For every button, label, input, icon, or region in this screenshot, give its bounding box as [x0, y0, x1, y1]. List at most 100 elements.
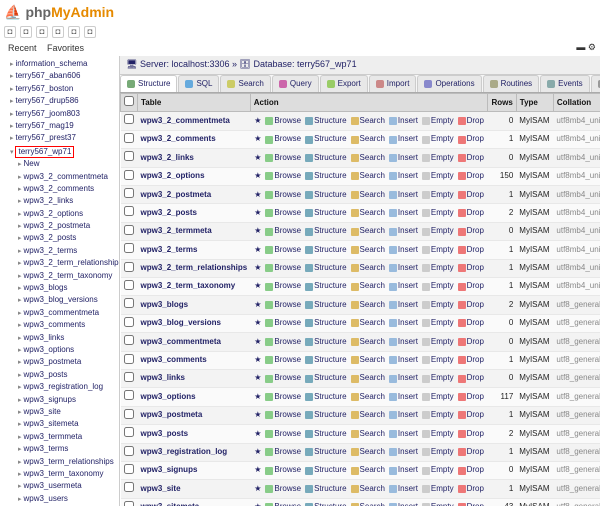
star-icon[interactable]: ★	[253, 410, 262, 420]
table-node[interactable]: wpw3_blog_versions	[18, 294, 117, 306]
browse-link[interactable]: Browse	[264, 263, 302, 273]
search-link[interactable]: Search	[350, 245, 386, 255]
structure-link[interactable]: Structure	[304, 484, 347, 494]
table-name-link[interactable]: wpw3_registration_log	[141, 447, 228, 456]
table-name-link[interactable]: wpw3_2_links	[141, 153, 194, 162]
search-link[interactable]: Search	[350, 355, 386, 365]
table-name-link[interactable]: wpw3_blog_versions	[141, 318, 221, 327]
empty-link[interactable]: Empty	[421, 300, 455, 310]
table-name-link[interactable]: wpw3_2_termmeta	[141, 226, 212, 235]
empty-link[interactable]: Empty	[421, 373, 455, 383]
table-node[interactable]: wpw3_termmeta	[18, 431, 117, 443]
reload-icon[interactable]: ◘	[84, 26, 96, 38]
structure-link[interactable]: Structure	[304, 153, 347, 163]
table-node[interactable]: wpw3_2_options	[18, 208, 117, 220]
insert-link[interactable]: Insert	[388, 134, 419, 144]
empty-link[interactable]: Empty	[421, 153, 455, 163]
structure-link[interactable]: Structure	[304, 263, 347, 273]
structure-link[interactable]: Structure	[304, 116, 347, 126]
table-node[interactable]: wpw3_term_taxonomy	[18, 468, 117, 480]
drop-link[interactable]: Drop	[457, 171, 485, 181]
search-link[interactable]: Search	[350, 429, 386, 439]
star-icon[interactable]: ★	[253, 190, 262, 200]
table-node[interactable]: New	[18, 158, 117, 170]
structure-link[interactable]: Structure	[304, 410, 347, 420]
empty-link[interactable]: Empty	[421, 447, 455, 457]
row-check[interactable]	[124, 354, 134, 364]
insert-link[interactable]: Insert	[388, 318, 419, 328]
row-check[interactable]	[124, 482, 134, 492]
table-node[interactable]: wpw3_commentmeta	[18, 307, 117, 319]
table-name-link[interactable]: wpw3_comments	[141, 355, 207, 364]
table-node[interactable]: wpw3_users	[18, 493, 117, 505]
star-icon[interactable]: ★	[253, 263, 262, 273]
row-check[interactable]	[124, 446, 134, 456]
table-node[interactable]: wpw3_blogs	[18, 282, 117, 294]
empty-link[interactable]: Empty	[421, 410, 455, 420]
search-link[interactable]: Search	[350, 263, 386, 273]
insert-link[interactable]: Insert	[388, 116, 419, 126]
insert-link[interactable]: Insert	[388, 392, 419, 402]
structure-link[interactable]: Structure	[304, 337, 347, 347]
empty-link[interactable]: Empty	[421, 318, 455, 328]
insert-link[interactable]: Insert	[388, 429, 419, 439]
db-node[interactable]: terry567_drup586	[10, 95, 117, 107]
row-check[interactable]	[124, 133, 134, 143]
insert-link[interactable]: Insert	[388, 190, 419, 200]
row-check[interactable]	[124, 372, 134, 382]
row-check[interactable]	[124, 188, 134, 198]
drop-link[interactable]: Drop	[457, 355, 485, 365]
structure-link[interactable]: Structure	[304, 190, 347, 200]
browse-link[interactable]: Browse	[264, 429, 302, 439]
browse-link[interactable]: Browse	[264, 484, 302, 494]
row-check[interactable]	[124, 151, 134, 161]
tab-query[interactable]: Query	[272, 75, 319, 92]
db-node[interactable]: terry567_mag19	[10, 120, 117, 132]
tab-more[interactable]: More	[591, 75, 600, 92]
row-check[interactable]	[124, 335, 134, 345]
drop-link[interactable]: Drop	[457, 245, 485, 255]
star-icon[interactable]: ★	[253, 355, 262, 365]
search-link[interactable]: Search	[350, 153, 386, 163]
table-node[interactable]: wpw3_links	[18, 332, 117, 344]
star-icon[interactable]: ★	[253, 392, 262, 402]
structure-link[interactable]: Structure	[304, 502, 347, 506]
table-name-link[interactable]: wpw3_postmeta	[141, 410, 203, 419]
drop-link[interactable]: Drop	[457, 429, 485, 439]
drop-link[interactable]: Drop	[457, 447, 485, 457]
search-link[interactable]: Search	[350, 318, 386, 328]
drop-link[interactable]: Drop	[457, 373, 485, 383]
star-icon[interactable]: ★	[253, 373, 262, 383]
browse-link[interactable]: Browse	[264, 153, 302, 163]
browse-link[interactable]: Browse	[264, 226, 302, 236]
browse-link[interactable]: Browse	[264, 410, 302, 420]
favorites-tab[interactable]: Favorites	[43, 42, 88, 56]
table-node[interactable]: wpw3_comments	[18, 319, 117, 331]
row-check[interactable]	[124, 427, 134, 437]
table-name-link[interactable]: wpw3_2_posts	[141, 208, 197, 217]
insert-link[interactable]: Insert	[388, 373, 419, 383]
empty-link[interactable]: Empty	[421, 337, 455, 347]
search-link[interactable]: Search	[350, 300, 386, 310]
structure-link[interactable]: Structure	[304, 226, 347, 236]
browse-link[interactable]: Browse	[264, 171, 302, 181]
empty-link[interactable]: Empty	[421, 502, 455, 506]
structure-link[interactable]: Structure	[304, 392, 347, 402]
table-name-link[interactable]: wpw3_commentmeta	[141, 337, 221, 346]
drop-link[interactable]: Drop	[457, 281, 485, 291]
table-node[interactable]: wpw3_term_relationships	[18, 456, 117, 468]
drop-link[interactable]: Drop	[457, 300, 485, 310]
db-link[interactable]: terry567_wp71	[297, 59, 357, 69]
table-node[interactable]: wpw3_2_commentmeta	[18, 171, 117, 183]
row-check[interactable]	[124, 114, 134, 124]
insert-link[interactable]: Insert	[388, 208, 419, 218]
insert-link[interactable]: Insert	[388, 171, 419, 181]
star-icon[interactable]: ★	[253, 171, 262, 181]
browse-link[interactable]: Browse	[264, 318, 302, 328]
drop-link[interactable]: Drop	[457, 410, 485, 420]
browse-link[interactable]: Browse	[264, 116, 302, 126]
empty-link[interactable]: Empty	[421, 245, 455, 255]
table-node[interactable]: wpw3_registration_log	[18, 381, 117, 393]
table-node[interactable]: wpw3_sitemeta	[18, 418, 117, 430]
table-name-link[interactable]: wpw3_2_terms	[141, 245, 198, 254]
